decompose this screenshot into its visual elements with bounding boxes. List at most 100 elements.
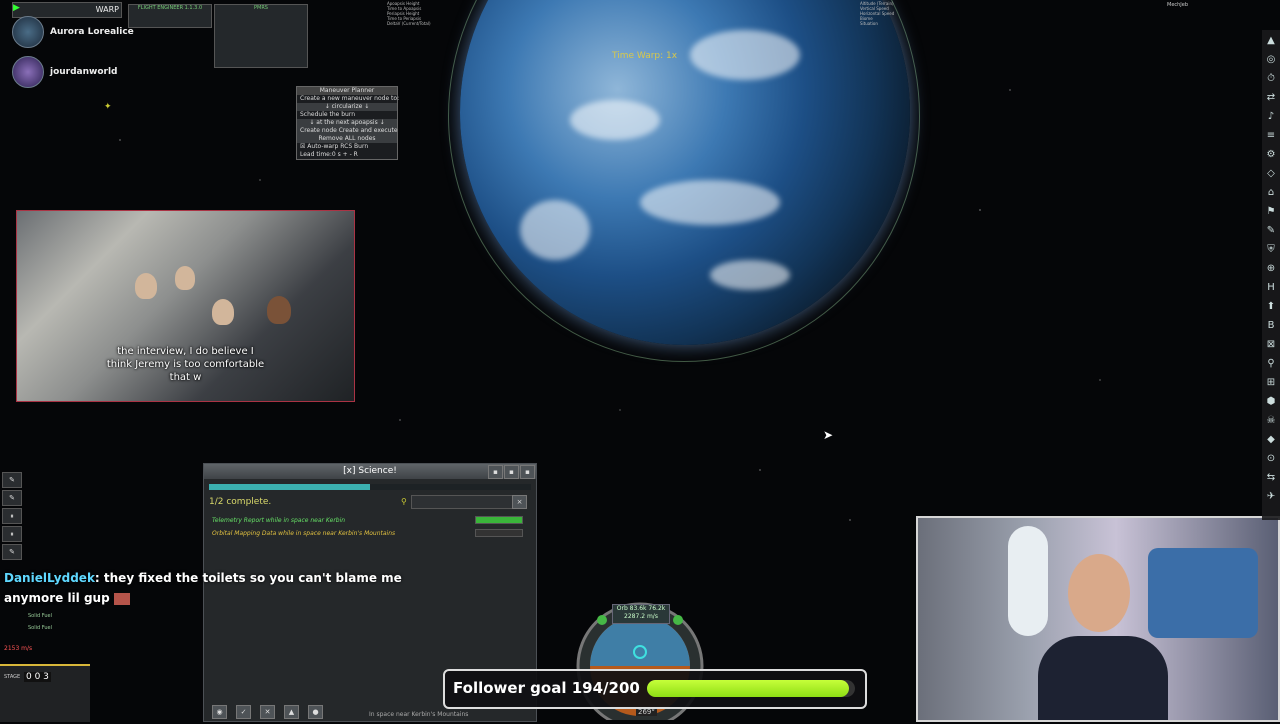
toolbar-app-icon[interactable]: ♪: [1263, 108, 1279, 125]
window-button-icon[interactable]: ▪: [504, 465, 519, 479]
poster: [1148, 548, 1258, 638]
toolbar-app-icon[interactable]: ⊕: [1263, 260, 1279, 277]
toolbar-app-icon[interactable]: B: [1263, 317, 1279, 334]
filter-icon[interactable]: ▲: [284, 705, 299, 719]
chat-user-list: Aurora Lorealice jourdanworld: [12, 16, 134, 88]
toolbar-app-icon[interactable]: ⇆: [1263, 469, 1279, 486]
hud-label: DeltaV (Current/Total): [387, 21, 431, 26]
timing-select[interactable]: ↓ at the next apoapsis ↓: [297, 119, 397, 127]
stage-icon[interactable]: ⏸: [2, 508, 22, 524]
navball-readout: Orb 83.6k 76.2k 2287.2 m/s: [612, 604, 670, 624]
stage-icon[interactable]: ✎: [2, 472, 22, 488]
pmrs-panel[interactable]: PMRS: [214, 4, 308, 68]
toolbar-app-icon[interactable]: H: [1263, 279, 1279, 296]
pmrs-title: PMRS: [254, 5, 268, 11]
stage-panel[interactable]: 0 0 3 STAGE: [0, 664, 90, 722]
caption-line: think Jeremy is too comfortable: [106, 359, 265, 370]
lead-time-field[interactable]: Lead time:0 s + - R: [297, 151, 397, 159]
toolbar-app-icon[interactable]: ⚙: [1263, 146, 1279, 163]
toolbar-app-icon[interactable]: ☠: [1263, 412, 1279, 429]
toolbar-app-icon[interactable]: ⊞: [1263, 374, 1279, 391]
toolbar-app-icon[interactable]: ⬢: [1263, 393, 1279, 410]
fuel-label: Solid Fuel: [28, 625, 53, 631]
fuel-label: Solid Fuel: [28, 613, 53, 619]
remove-nodes-button[interactable]: Remove ALL nodes: [297, 135, 397, 143]
play-icon[interactable]: ▶: [13, 3, 20, 13]
science-progress-bar: [209, 484, 531, 490]
orbit-readout: Orb 83.6k 76.2k: [616, 605, 666, 612]
toolbar-app-icon[interactable]: ⬆: [1263, 298, 1279, 315]
toolbar-app-icon[interactable]: ⇄: [1263, 89, 1279, 106]
hud-label: Situation: [860, 21, 878, 26]
toolbar-app-icon[interactable]: ✎: [1263, 222, 1279, 239]
toolbar-app-icon[interactable]: ⌂: [1263, 184, 1279, 201]
planner-line: Schedule the burn: [300, 111, 356, 118]
clear-search-icon[interactable]: ×: [512, 495, 527, 509]
stage-counter: 0 0 3: [24, 672, 51, 682]
toolbar-app-icon[interactable]: ▲: [1263, 32, 1279, 49]
stage-icon[interactable]: ✎: [2, 490, 22, 506]
avatar: [12, 16, 44, 48]
chat-user: Aurora Lorealice: [12, 16, 134, 48]
toolbar-app-icon[interactable]: ⊙: [1263, 450, 1279, 467]
sparkle-icon: ✦: [104, 102, 112, 112]
circularize-select[interactable]: ↓ circularize ↓: [297, 103, 397, 111]
filter-icon[interactable]: ◉: [212, 705, 227, 719]
emote-icon: [113, 592, 130, 605]
planner-line: Create a new maneuver node to:: [300, 95, 400, 102]
toolbar-app-icon[interactable]: ⚲: [1263, 355, 1279, 372]
video-overlay: the interview, I do believe I think Jere…: [16, 210, 355, 402]
chat-user-name: Aurora Lorealice: [50, 27, 134, 37]
mechjeb-label[interactable]: MechJeb: [1167, 2, 1188, 8]
create-node-buttons[interactable]: Create node Create and execute: [297, 127, 398, 135]
follower-goal-fill: [647, 680, 849, 697]
heading-readout: 269°: [636, 708, 657, 716]
toolbar-app-icon[interactable]: ✈: [1263, 488, 1279, 505]
maneuver-planner-title: Maneuver Planner: [297, 87, 397, 95]
stage-toolbar: ✎ ✎ ⏸ ⏸ ✎: [2, 472, 22, 562]
stage-icon[interactable]: ✎: [2, 544, 22, 560]
toolbar-app-icon[interactable]: ◇: [1263, 165, 1279, 182]
robot-figure: [1008, 526, 1048, 636]
filter-icon[interactable]: ✕: [260, 705, 275, 719]
auto-warp-toggle[interactable]: ☒ Auto-warp RCS Burn: [297, 143, 397, 151]
caption-line: the interview, I do believe I: [117, 346, 254, 357]
toolbar-app-icon[interactable]: ⛨: [1263, 241, 1279, 258]
time-warp-label: Time Warp: 1x: [612, 51, 678, 61]
speed-readout: 2287.2 m/s: [624, 613, 658, 620]
experiment-progress-fill: [476, 517, 522, 523]
filter-icon[interactable]: ●: [308, 705, 323, 719]
search-input[interactable]: [411, 495, 513, 509]
streamer-shirt: [1038, 636, 1168, 720]
toolbar-app-icon[interactable]: ⚑: [1263, 203, 1279, 220]
video-caption: the interview, I do believe I think Jere…: [17, 345, 354, 384]
caption-line: that w: [169, 372, 202, 383]
crew-member: [267, 296, 291, 324]
toolbar-app-icon[interactable]: ◎: [1263, 51, 1279, 68]
experiment-label: Orbital Mapping Data while in space near…: [212, 530, 396, 537]
experiment-progress: [475, 529, 523, 537]
toolbar-app-icon[interactable]: ⏱: [1263, 70, 1279, 87]
science-title[interactable]: [x] Science!: [204, 464, 536, 479]
toolbar-app-icon[interactable]: ≡: [1263, 127, 1279, 144]
chat-user: jourdanworld: [12, 56, 134, 88]
maneuver-planner-window[interactable]: Maneuver Planner Create a new maneuver n…: [296, 86, 400, 160]
follower-goal-text: Follower goal 194/200: [453, 679, 640, 697]
toolbar-app-icon[interactable]: ◆: [1263, 431, 1279, 448]
flight-engineer-panel[interactable]: FLIGHT ENGINEER 1.1.3.0: [128, 4, 212, 28]
toolbar-app-icon[interactable]: ⊠: [1263, 336, 1279, 353]
stage-icon[interactable]: ⏸: [2, 526, 22, 542]
crew-member: [135, 273, 157, 299]
chat-username: DanielLyddek: [4, 571, 95, 585]
window-button-icon[interactable]: ▪: [520, 465, 535, 479]
crew-member: [175, 266, 195, 290]
filter-icon[interactable]: ✓: [236, 705, 251, 719]
cursor-icon: ➤: [823, 428, 834, 442]
window-button-icon[interactable]: ▪: [488, 465, 503, 479]
experiment-label: Telemetry Report while in space near Ker…: [212, 517, 346, 524]
chat-message: DanielLyddek: they fixed the toilets so …: [4, 568, 454, 608]
right-toolbar: ▲ ◎ ⏱ ⇄ ♪ ≡ ⚙ ◇ ⌂ ⚑ ✎ ⛨ ⊕ H ⬆ B ⊠ ⚲ ⊞ ⬢ ☠ ◆ ⊙ ⇆ ✈: [1262, 30, 1280, 520]
completion-text: 1/2 complete.: [209, 497, 272, 507]
surface-readout-right: Altitude (Terrain) Vertical Speed Horizo…: [860, 1, 894, 26]
stage-label: STAGE: [4, 674, 21, 680]
